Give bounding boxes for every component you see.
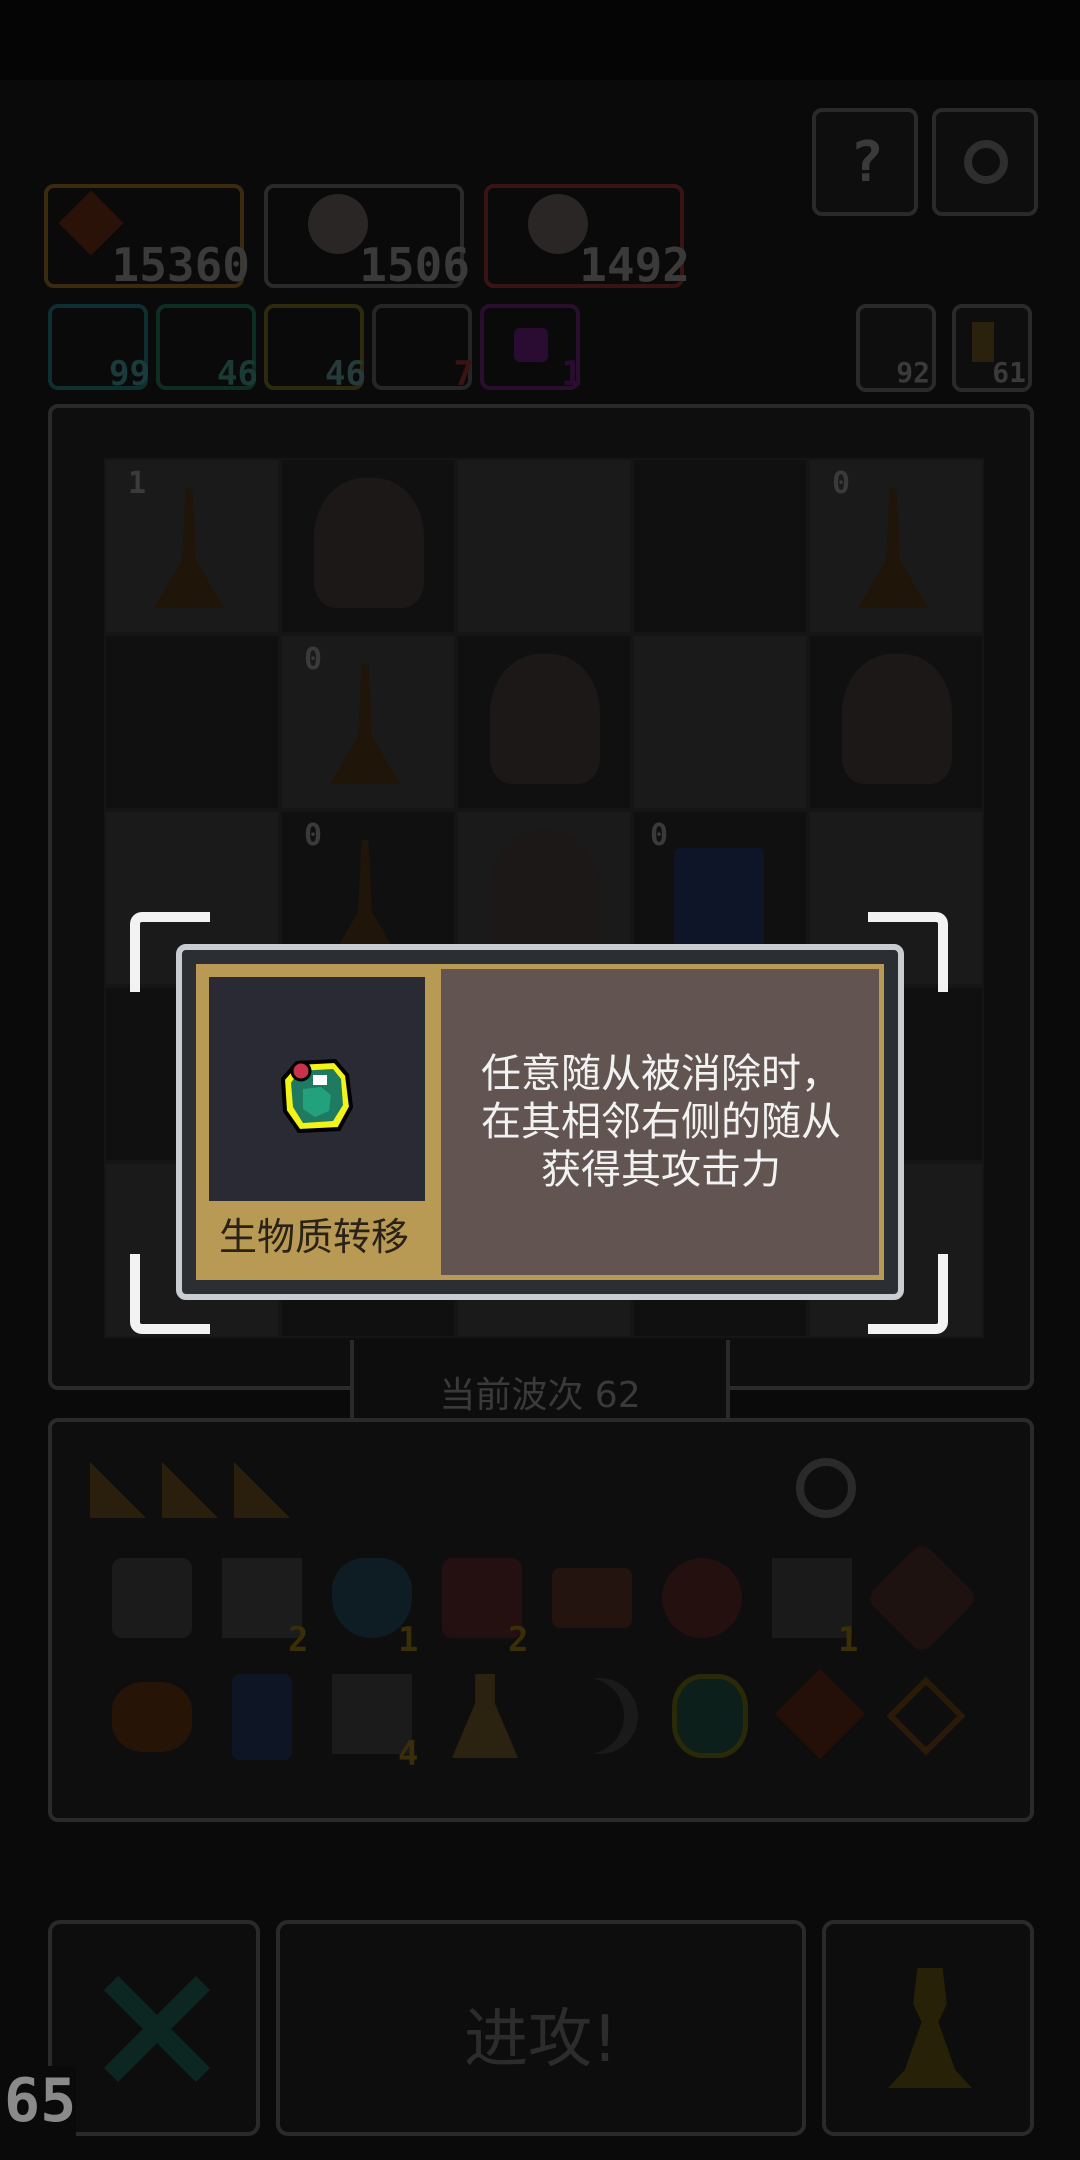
question-icon: ? — [850, 130, 884, 195]
stat-target: 46 — [156, 304, 258, 394]
resource-leaf: 15360 — [44, 184, 250, 292]
board-cell[interactable] — [456, 458, 632, 634]
stat-swirl: 99 — [48, 304, 150, 394]
unit-badge: 0 — [304, 642, 323, 677]
resource-value: 15360 — [111, 238, 250, 292]
item-name: 生物质转移 — [218, 1215, 409, 1259]
item-count: 2 — [508, 1620, 529, 1660]
character-unit-icon — [490, 654, 600, 784]
top-bar — [0, 0, 1080, 80]
close-icon — [92, 1964, 222, 2094]
stat-value: 46 — [217, 354, 258, 394]
stat-lightning: 46 — [264, 304, 366, 394]
key-icon — [972, 322, 994, 362]
stats-row: 99 46 46 7 1 — [48, 304, 608, 396]
resource-value: 1492 — [579, 238, 690, 292]
maple-leaf-icon[interactable] — [774, 1668, 866, 1760]
attack-button[interactable]: 进攻! — [276, 1920, 806, 2136]
chest-icon[interactable] — [552, 1568, 632, 1628]
crescent-icon[interactable] — [562, 1678, 638, 1754]
resource-char-2: 1492 — [484, 184, 690, 292]
unit-badge: 0 — [304, 818, 323, 853]
trash-can-unit-icon — [674, 848, 764, 958]
wave-label: 当前波次 62 — [439, 1375, 641, 1416]
potion-jar-icon[interactable] — [232, 1674, 292, 1760]
hammer-icon[interactable] — [112, 1558, 192, 1638]
counter-value: 92 — [896, 356, 930, 389]
stat-value: 1 — [561, 354, 582, 394]
item-count: 2 — [288, 1620, 309, 1660]
triangle-icon — [234, 1462, 290, 1518]
counter-key[interactable]: 61 — [952, 304, 1032, 392]
tooltip-frame: 生物质转移 任意随从被消除时， 在其相邻右侧的随从 获得其攻击力 — [196, 964, 884, 1280]
stat-gem: 1 — [480, 304, 582, 394]
unit-badge: 0 — [832, 466, 851, 501]
counter-value: 61 — [992, 356, 1026, 389]
cancel-button[interactable] — [48, 1920, 260, 2136]
meat-icon[interactable] — [112, 1682, 192, 1752]
stat-dark: 7 — [372, 304, 474, 394]
character-unit-icon — [842, 654, 952, 784]
settings-button[interactable] — [932, 108, 1038, 216]
purple-gem-icon — [514, 328, 548, 362]
unit-badge: 1 — [128, 466, 147, 501]
board-cell[interactable] — [632, 634, 808, 810]
tab-triangles[interactable] — [76, 1448, 306, 1528]
dna-icon[interactable] — [865, 1541, 979, 1655]
stat-value: 46 — [325, 354, 366, 394]
flask-icon[interactable] — [452, 1674, 518, 1758]
unit-badge: 0 — [650, 818, 669, 853]
inventory-shelf: 2 1 2 1 4 — [48, 1418, 1034, 1822]
biomass-bag-icon — [280, 1058, 354, 1134]
stat-value: 7 — [453, 354, 474, 394]
item-tooltip: 生物质转移 任意随从被消除时， 在其相邻右侧的随从 获得其攻击力 — [176, 944, 904, 1300]
stat-value: 99 — [109, 354, 150, 394]
shelf-items: 2 1 2 1 4 — [92, 1538, 992, 1788]
item-count: 1 — [838, 1620, 859, 1660]
triangle-icon — [162, 1462, 218, 1518]
hero-button[interactable] — [822, 1920, 1034, 2136]
item-count: 4 — [398, 1734, 419, 1774]
coin-icon[interactable] — [796, 1458, 856, 1518]
board-cell[interactable] — [104, 634, 280, 810]
triangle-icon — [90, 1462, 146, 1518]
fps-counter: 65 — [4, 2066, 77, 2136]
character-unit-icon — [490, 830, 600, 960]
help-button[interactable]: ? — [812, 108, 918, 216]
character-unit-icon — [314, 478, 424, 608]
resource-char-1: 1506 — [264, 184, 470, 292]
attack-button-label: 进攻! — [464, 2003, 618, 2077]
item-count: 1 — [398, 1620, 419, 1660]
board-cell[interactable] — [632, 458, 808, 634]
counter-back[interactable]: 92 — [856, 304, 936, 392]
flower-icon[interactable] — [662, 1558, 742, 1638]
resources-row: 15360 1506 1492 — [44, 184, 704, 294]
item-icon-panel: 生物质转移 — [201, 969, 441, 1275]
biomass-bag-icon[interactable] — [672, 1674, 748, 1758]
resource-value: 1506 — [359, 238, 470, 292]
pawn-icon — [888, 1968, 972, 2088]
item-icon-box — [209, 977, 425, 1201]
item-description: 任意随从被消除时， 在其相邻右侧的随从 获得其攻击力 — [481, 1051, 841, 1193]
diamond-icon[interactable] — [886, 1676, 966, 1756]
gear-icon — [964, 140, 1008, 184]
